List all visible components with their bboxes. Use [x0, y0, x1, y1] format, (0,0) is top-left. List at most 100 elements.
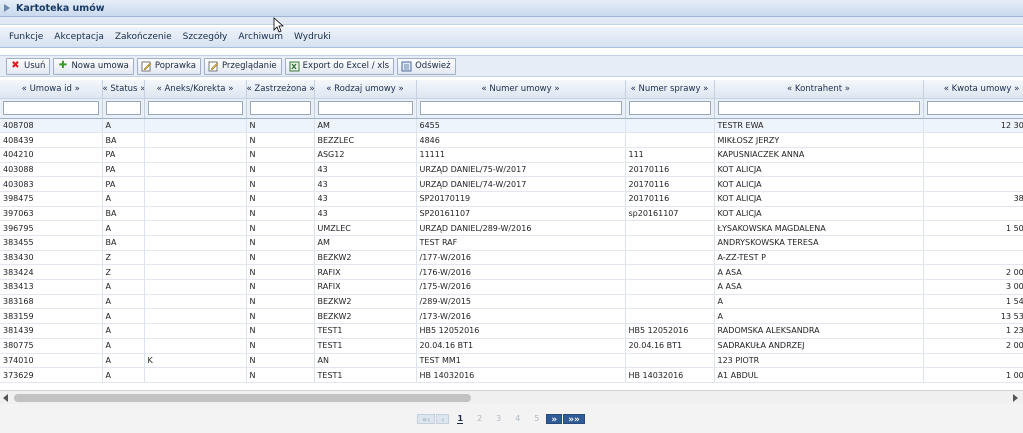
col-header-rodzaj-umowy[interactable]: « Rodzaj umowy » [314, 80, 417, 99]
filter-status[interactable] [105, 101, 141, 115]
pagination: «‹ ‹ 1 2 3 4 5 » »» [0, 404, 1023, 433]
col-header-zastrzezona[interactable]: « Zastrzeżona » [246, 80, 315, 99]
menu-funkcje[interactable]: Funkcje [9, 32, 43, 42]
refresh-icon [401, 61, 412, 72]
filter-row [0, 98, 1023, 119]
filter-kwota-umowy[interactable] [926, 101, 1023, 115]
filter-zastrzezona[interactable] [249, 101, 311, 115]
col-header-umowa-id[interactable]: « Umowa id » [0, 80, 103, 99]
first-page-button[interactable]: «‹ [417, 413, 436, 424]
filter-kontrahent[interactable] [717, 101, 920, 115]
table-row[interactable]: 373629 A N TEST1 HB 14032016 HB 14032016 A1 AB… [0, 367, 1023, 383]
cell-status: A [102, 353, 145, 369]
col-header-status[interactable]: « Status » [102, 80, 145, 99]
cell-numer-umowy: SP20170119 [416, 191, 626, 207]
scroll-left-arrow-icon[interactable] [3, 394, 8, 402]
cell-numer-sprawy [625, 279, 715, 295]
cell-numer-sprawy: sp20161107 [625, 206, 715, 222]
filter-rodzaj-umowy[interactable] [317, 101, 413, 115]
col-header-kwota-umowy[interactable]: « Kwota umowy » [923, 80, 1023, 99]
cell-umowa-id: 380775 [0, 338, 103, 354]
header-row: « Umowa id » « Status » « Aneks/Korekta … [0, 80, 1023, 99]
filter-numer-sprawy[interactable] [628, 101, 711, 115]
window-title: Kartoteka umów [16, 2, 105, 14]
table-row[interactable]: 380775 A N TEST1 20.04.16 BT1 20.04.16 BT1 SAD… [0, 338, 1023, 354]
table-row[interactable]: 383455 BA N AM TEST RAF ANDRYSKOWSKA TERESA [0, 235, 1023, 251]
menu-zakonczenie[interactable]: Zakończenie [115, 32, 172, 42]
cell-umowa-id: 383168 [0, 294, 103, 310]
menu-akceptacja[interactable]: Akceptacja [54, 32, 104, 42]
prev-page-button[interactable]: ‹ [436, 413, 450, 424]
cell-numer-umowy: URZĄD DANIEL/289-W/2016 [416, 220, 626, 236]
col-header-numer-sprawy[interactable]: « Numer sprawy » [625, 80, 715, 99]
page-number-1[interactable]: 1 [457, 414, 464, 424]
filter-numer-umowy[interactable] [419, 101, 622, 115]
fix-button[interactable]: Poprawka [136, 57, 201, 75]
export-excel-button[interactable]: Export do Excel / xls [284, 57, 395, 75]
grid-body: 408708ANAM6455TESTR EWA12 300,0408439BAN… [0, 118, 1023, 383]
page-number-3[interactable]: 3 [496, 414, 501, 423]
cell-kwota-umowy: 2 000,0 [923, 338, 1023, 354]
browse-button[interactable]: Przeglądanie [203, 57, 282, 75]
scrollbar-thumb[interactable] [14, 394, 471, 402]
last-page-button[interactable]: »» [563, 413, 585, 425]
export-excel-button-label: Export do Excel / xls [302, 61, 390, 71]
table-row[interactable]: 403088 PA N 43 URZĄD DANIEL/75-W/2017 2017011… [0, 162, 1023, 178]
collapse-triangle-icon[interactable] [4, 4, 10, 12]
col-header-aneks-korekta[interactable]: « Aneks/Korekta » [144, 80, 247, 99]
menu-szczegoly[interactable]: Szczegóły [183, 32, 228, 42]
cell-status: A [102, 279, 145, 295]
browse-pencil-icon [208, 61, 219, 72]
cell-kontrahent: TESTR EWA [714, 118, 924, 134]
cell-kwota-umowy [923, 176, 1023, 192]
cell-aneks-korekta [144, 176, 247, 192]
table-row[interactable]: 383413A NRAFIX/175-W/2016 A ASA3 000,0 [0, 279, 1023, 295]
page-number-2[interactable]: 2 [477, 414, 482, 423]
cell-kontrahent: ANDRYSKOWSKA TERESA [714, 235, 924, 251]
cell-aneks-korekta [144, 338, 247, 354]
delete-x-icon: ✖ [11, 60, 20, 71]
table-row[interactable]: 403083 PA N 43 URZĄD DANIEL/74-W/2017 2017011… [0, 176, 1023, 192]
cell-numer-sprawy [625, 220, 715, 236]
table-row[interactable]: 383159ANBEZKW2/173-W/2016A13 530,0 [0, 308, 1023, 325]
cell-kontrahent: KOT ALICJA [714, 206, 924, 222]
table-row[interactable]: 381439 A N TEST1 HB5 12052016 HB5 12052016 RAD… [0, 323, 1023, 339]
cell-numer-sprawy [625, 118, 715, 134]
col-header-numer-umowy[interactable]: « Numer umowy » [416, 80, 626, 99]
cell-umowa-id: 398475 [0, 191, 103, 207]
cell-rodzaj-umowy: 43 [314, 176, 417, 192]
filter-umowa-id[interactable] [3, 101, 99, 115]
table-row[interactable]: 383424Z NRAFIX/176-W/2016 A ASA2 000,0 [0, 264, 1023, 281]
delete-button[interactable]: ✖ Usuń [6, 57, 51, 75]
cell-rodzaj-umowy: 43 [314, 206, 417, 222]
page-number-5[interactable]: 5 [534, 414, 539, 423]
table-row[interactable]: 397063 BA N 43 SP20161107 sp20161107 KOT ALICJ… [0, 206, 1023, 222]
cell-numer-sprawy [625, 132, 715, 148]
table-row[interactable]: 408708A NAM6455 TESTR EWA12 300,0 [0, 118, 1023, 134]
table-row[interactable]: 383430Z NBEZKW2/177-W/2016 A-ZZ-TEST P0,0 [0, 250, 1023, 266]
table-row[interactable]: 404210 PA N ASG12 11111 111 KAPUSNIACZEK ANNA [0, 147, 1023, 163]
scroll-right-arrow-icon[interactable] [1013, 394, 1018, 402]
table-row[interactable]: 383168ANBEZKW2/289-W/2015A1 543,6 [0, 294, 1023, 310]
menu-archiwum[interactable]: Archiwum [238, 32, 283, 42]
cell-aneks-korekta [144, 235, 247, 251]
next-page-button[interactable]: » [546, 413, 563, 425]
new-contract-button[interactable]: ✚ Nowa umowa [53, 57, 134, 75]
cell-numer-umowy: HB 14032016 [416, 367, 626, 383]
cell-zastrzezona: N [246, 308, 315, 325]
menu-wydruki[interactable]: Wydruki [294, 32, 331, 42]
cell-numer-umowy: 11111 [416, 147, 626, 163]
cell-zastrzezona: N [246, 250, 315, 266]
horizontal-scrollbar[interactable] [0, 390, 1023, 404]
page-number-4[interactable]: 4 [515, 414, 520, 423]
cell-numer-umowy: /289-W/2015 [416, 294, 626, 310]
refresh-button[interactable]: Odśwież [397, 57, 456, 75]
cell-umowa-id: 408439 [0, 132, 103, 148]
filter-aneks-korekta[interactable] [147, 101, 243, 115]
table-row[interactable]: 396795 A N UMZLEC URZĄD DANIEL/289-W/2016 ŁYS… [0, 220, 1023, 236]
table-row[interactable]: 408439 BA N BEZZLEC 4846 MIKŁOSZ JERZY [0, 132, 1023, 148]
table-row[interactable]: 374010AKNANTEST MM1 123 PIOTR0,0 [0, 353, 1023, 369]
cell-kwota-umowy [923, 147, 1023, 163]
col-header-kontrahent[interactable]: « Kontrahent » [714, 80, 924, 99]
table-row[interactable]: 398475 A N 43 SP20170119 20170116 KOT ALICJA 38… [0, 191, 1023, 207]
